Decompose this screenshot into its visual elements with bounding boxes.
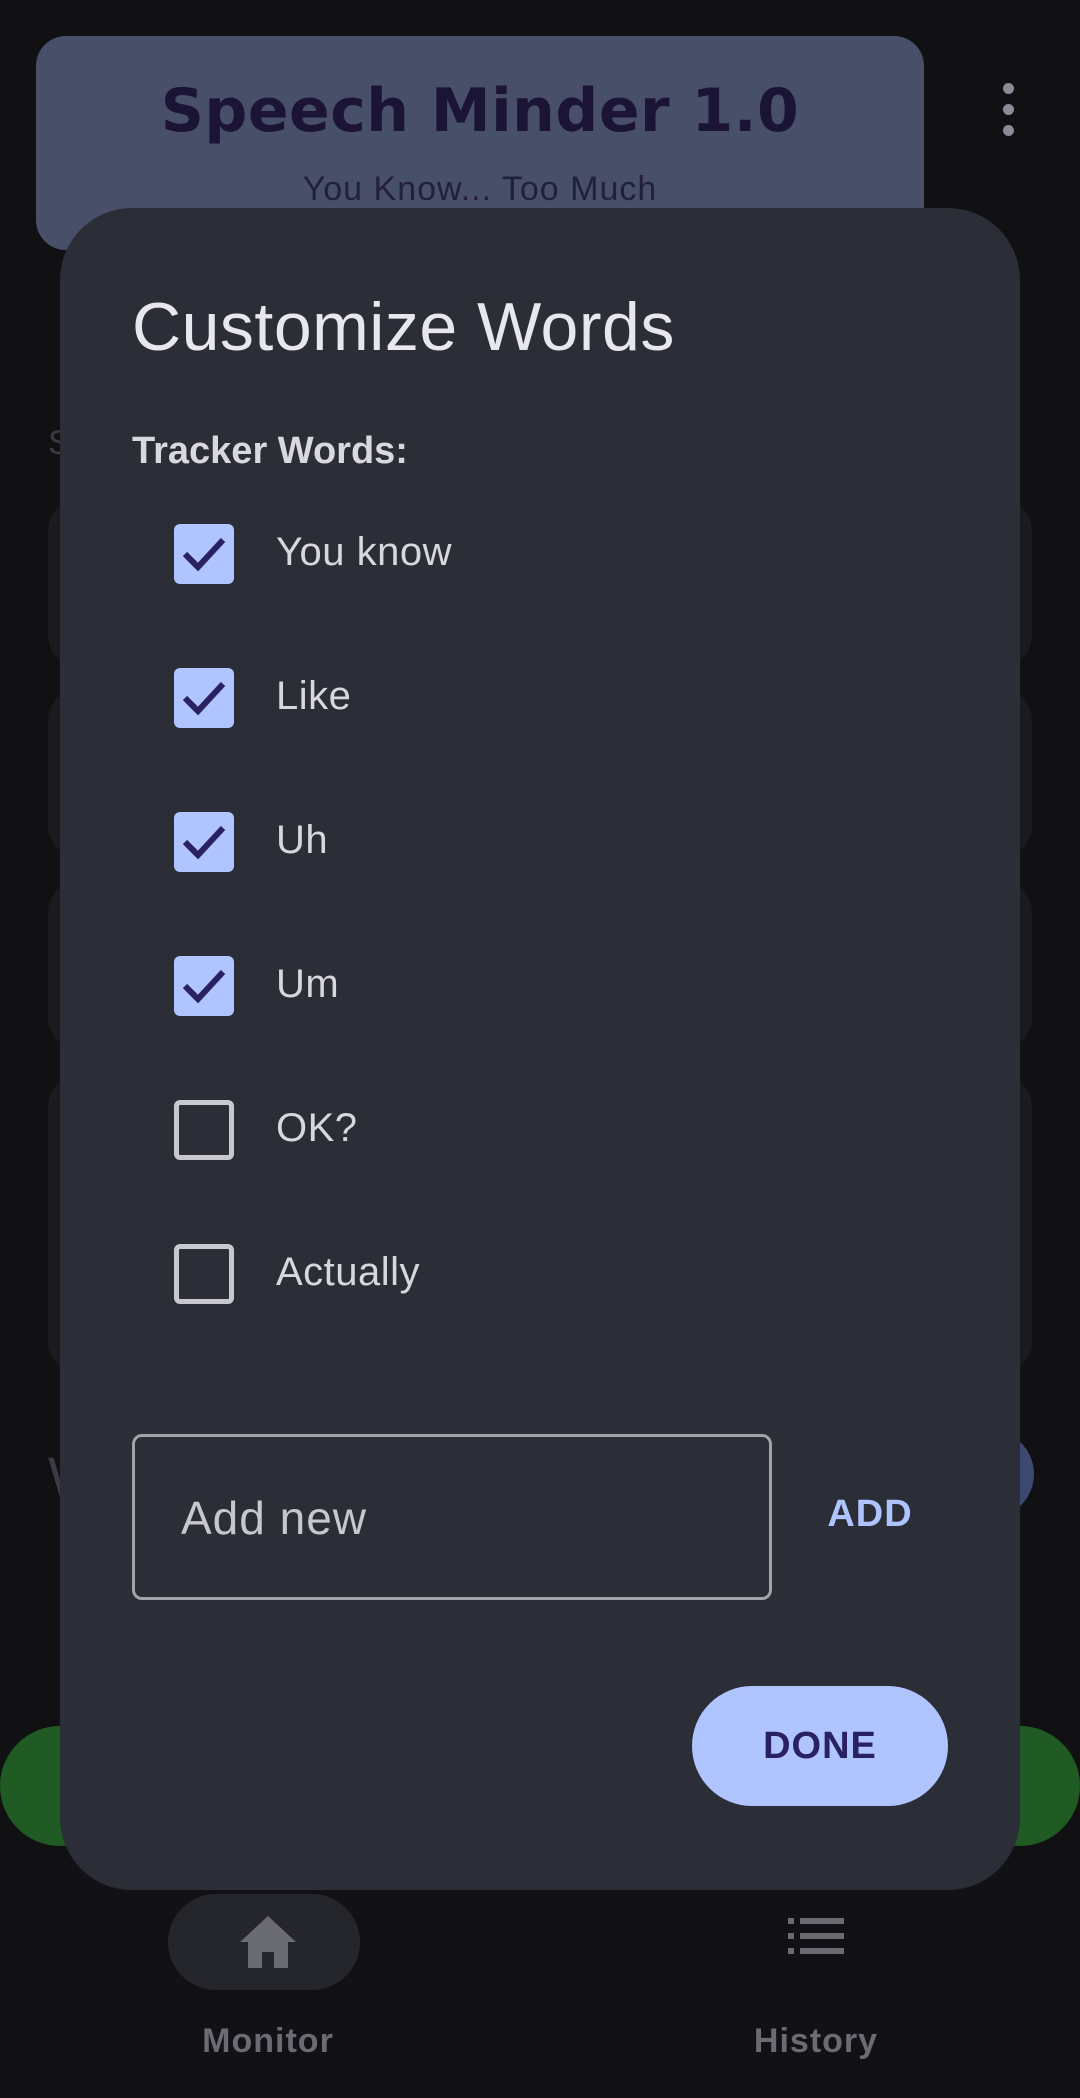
nav-label-history: History <box>753 2022 879 2060</box>
checkmark-icon <box>182 681 226 716</box>
customize-words-dialog: Customize Words Tracker Words: You know … <box>60 208 1020 1890</box>
checkmark-icon <box>182 537 226 572</box>
word-row-um[interactable]: Um <box>174 956 974 1100</box>
tracker-word-list: You know Like Uh Um OK? Actually <box>174 524 974 1388</box>
word-label: OK? <box>276 1106 358 1150</box>
word-label: Um <box>276 962 340 1006</box>
checkbox-um[interactable] <box>174 956 234 1016</box>
checkbox-like[interactable] <box>174 668 234 728</box>
word-label: You know <box>276 530 452 574</box>
app-subtitle: You Know... Too Much <box>302 170 658 208</box>
word-label: Actually <box>276 1250 421 1294</box>
add-word-button[interactable]: ADD <box>800 1474 940 1554</box>
checkmark-icon <box>182 825 226 860</box>
nav-item-monitor[interactable]: Monitor <box>168 1894 368 2074</box>
word-row-you-know[interactable]: You know <box>174 524 974 668</box>
add-new-word-placeholder: Add new <box>181 1492 368 1544</box>
dialog-title: Customize Words <box>132 289 675 365</box>
bottom-navigation: Monitor History <box>0 1858 1080 2098</box>
checkbox-actually[interactable] <box>174 1244 234 1304</box>
word-row-uh[interactable]: Uh <box>174 812 974 956</box>
app-title: Speech Minder 1.0 <box>160 76 800 146</box>
word-label: Like <box>276 674 352 718</box>
list-icon <box>786 1914 846 1963</box>
add-new-word-input[interactable]: Add new <box>132 1434 772 1600</box>
checkbox-uh[interactable] <box>174 812 234 872</box>
done-button[interactable]: DONE <box>692 1686 948 1806</box>
word-row-like[interactable]: Like <box>174 668 974 812</box>
overflow-menu-icon[interactable] <box>990 80 1026 140</box>
word-row-actually[interactable]: Actually <box>174 1244 974 1388</box>
nav-label-monitor: Monitor <box>202 2022 334 2060</box>
nav-item-history[interactable]: History <box>716 1894 916 2074</box>
word-row-ok[interactable]: OK? <box>174 1100 974 1244</box>
home-icon <box>238 1914 298 1975</box>
checkbox-ok[interactable] <box>174 1100 234 1160</box>
checkmark-icon <box>182 969 226 1004</box>
checkbox-you-know[interactable] <box>174 524 234 584</box>
tracker-words-label: Tracker Words: <box>132 430 408 472</box>
word-label: Uh <box>276 818 329 862</box>
